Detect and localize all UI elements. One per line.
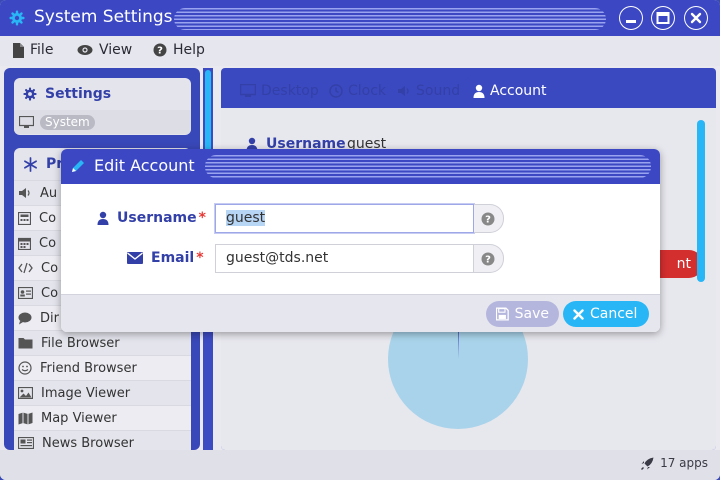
tab-account[interactable]: Account [466, 76, 554, 106]
title-drag-stripes[interactable] [174, 8, 606, 30]
email-input[interactable]: guest@tds.net [215, 244, 474, 273]
dialog-footer: Save Cancel [61, 294, 660, 332]
envelope-icon [127, 252, 143, 264]
clock-icon [329, 84, 343, 98]
newspaper-icon [18, 437, 34, 449]
required-marker: * [196, 250, 204, 266]
sidebar-item-news-browser[interactable]: News Browser [14, 430, 191, 450]
maximize-button[interactable] [651, 6, 675, 30]
menu-bar: File View ? Help [0, 36, 720, 66]
monitor-icon [19, 115, 34, 128]
username-label: Username * [97, 210, 206, 226]
floppy-disk-icon [496, 307, 509, 321]
sidebar-item-system[interactable]: System [14, 110, 191, 134]
edit-account-dialog: Edit Account Username * guest ? Email * gu… [61, 149, 660, 332]
map-icon [18, 412, 33, 424]
contact-card-icon [18, 287, 33, 299]
calculator-icon [18, 211, 31, 225]
sidebar-item-friend-browser[interactable]: Friend Browser [14, 355, 191, 380]
smiley-icon [18, 361, 32, 375]
username-help-button[interactable]: ? [474, 204, 504, 233]
status-app-count: 17 apps [641, 456, 708, 470]
chat-bubble-icon [18, 312, 32, 324]
main-scroll-thumb[interactable] [697, 120, 705, 282]
menu-file[interactable]: File [12, 42, 53, 58]
gear-icon [23, 87, 37, 101]
eye-icon [77, 45, 93, 55]
window-title: System Settings [34, 7, 173, 27]
status-bar: 17 apps [0, 450, 720, 480]
close-button[interactable] [684, 6, 708, 30]
system-settings-window: System Settings File View ? Help Setting… [0, 0, 720, 480]
dialog-drag-stripes[interactable] [205, 155, 651, 178]
menu-view[interactable]: View [77, 42, 132, 58]
settings-panel: Settings System [14, 78, 191, 135]
user-icon [97, 211, 109, 225]
cancel-button[interactable]: Cancel [563, 301, 649, 327]
code-icon [18, 262, 33, 274]
minimize-icon [620, 7, 642, 29]
close-icon [685, 7, 707, 29]
svg-text:?: ? [485, 215, 491, 226]
calendar-icon [18, 237, 31, 250]
file-icon [13, 42, 24, 58]
sidebar-item-file-browser[interactable]: File Browser [14, 330, 191, 355]
main-scrollbar[interactable] [695, 120, 707, 445]
title-bar[interactable]: System Settings [0, 0, 720, 36]
tab-sound[interactable]: Sound [390, 76, 467, 106]
dialog-title-bar[interactable]: Edit Account [61, 149, 660, 184]
speaker-icon [398, 86, 409, 96]
svg-text:?: ? [485, 255, 491, 266]
user-icon [473, 84, 485, 98]
minimize-button[interactable] [619, 6, 643, 30]
gear-icon [9, 10, 25, 26]
menu-help[interactable]: ? Help [153, 42, 205, 58]
settings-panel-header[interactable]: Settings [14, 78, 191, 110]
snowflake-icon [24, 156, 37, 172]
close-icon [573, 308, 584, 320]
pencil-icon [70, 158, 86, 174]
required-marker: * [198, 210, 206, 226]
email-help-button[interactable]: ? [474, 244, 504, 273]
tab-desktop[interactable]: Desktop [233, 76, 326, 106]
username-input[interactable]: guest [215, 204, 474, 233]
volume-icon [19, 188, 30, 198]
sidebar-item-image-viewer[interactable]: Image Viewer [14, 380, 191, 405]
question-circle-icon: ? [481, 252, 495, 266]
rocket-icon [641, 457, 654, 470]
question-circle-icon: ? [481, 212, 495, 226]
maximize-icon [652, 7, 674, 29]
email-label: Email * [127, 250, 204, 266]
dialog-title: Edit Account [94, 156, 195, 175]
image-icon [18, 387, 33, 399]
monitor-icon [240, 84, 256, 97]
folder-icon [18, 338, 33, 349]
question-circle-icon: ? [153, 43, 167, 57]
tab-clock[interactable]: Clock [322, 76, 393, 106]
sidebar-item-map-viewer[interactable]: Map Viewer [14, 405, 191, 430]
svg-text:?: ? [157, 46, 163, 57]
save-button[interactable]: Save [486, 301, 559, 327]
